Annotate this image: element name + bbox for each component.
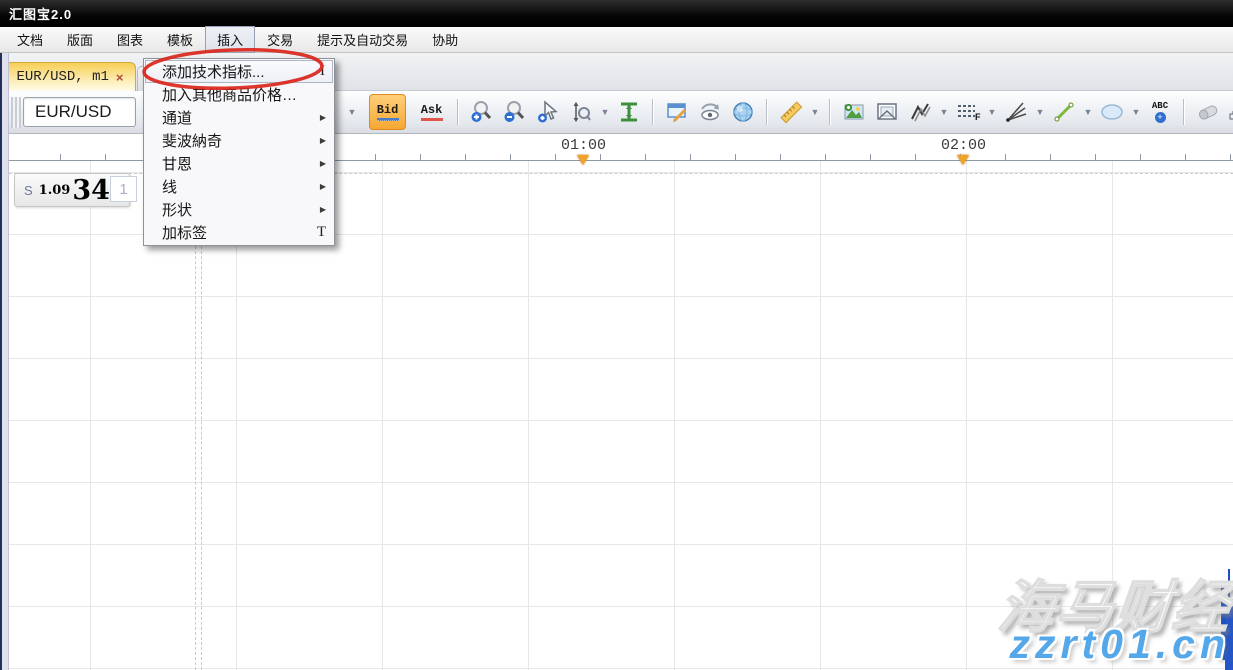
globe-icon[interactable] [728,97,758,127]
menu-item-label: 线 [162,176,320,197]
indicator-list-icon[interactable]: F [953,97,983,127]
menu-item-label: 加入其他商品价格… [162,84,326,105]
submenu-arrow-icon: ▶ [320,113,326,122]
line-draw-dropdown-icon[interactable]: ▼ [1082,107,1094,117]
refresh-view-icon[interactable] [695,97,725,127]
toolbar-grip[interactable] [11,97,21,128]
quote-points: 34 [72,177,110,204]
submenu-arrow-icon: ▶ [320,182,326,191]
frame-icon[interactable] [872,97,902,127]
svg-text:F: F [975,112,981,122]
symbol-select[interactable]: EUR/USD [23,97,136,127]
zoom-range-dropdown-icon[interactable]: ▼ [599,107,611,117]
menu-item-label: 添加技术指标... [162,61,320,82]
ask-label: Ask [421,103,443,117]
hierarchy-icon[interactable] [1226,97,1233,127]
menu-item-add-indicator[interactable]: 添加技术指标... I [145,60,333,83]
menubar-item-document[interactable]: 文档 [5,26,55,53]
quantity-field[interactable]: 1 [110,176,137,202]
submenu-arrow-icon: ▶ [320,205,326,214]
menubar-item-template[interactable]: 模板 [155,26,205,53]
fit-vertical-icon[interactable] [614,97,644,127]
menubar-item-insert[interactable]: 插入 [205,26,255,53]
submenu-arrow-icon: ▶ [320,159,326,168]
menu-item-channel[interactable]: 通道 ▶ [145,106,333,129]
menu-item-shortcut: I [320,63,325,80]
ellipse-tool-dropdown-icon[interactable]: ▼ [1130,107,1142,117]
title-bar: 汇图宝2.0 [0,0,1233,27]
chart-type-dropdown-icon[interactable]: ▼ [346,107,358,117]
bid-underline [377,118,399,121]
ellipse-tool-icon[interactable] [1097,97,1127,127]
zoom-out-icon[interactable] [500,97,530,127]
menubar-item-trade[interactable]: 交易 [255,26,305,53]
separator [766,99,768,125]
polyline-icon[interactable] [905,97,935,127]
menu-item-shortcut: T [317,224,326,241]
menu-item-line[interactable]: 线 ▶ [145,175,333,198]
tab-label: EUR/USD, m1 [16,69,108,85]
separator [652,99,654,125]
fan-lines-icon[interactable] [1001,97,1031,127]
insert-menu: 添加技术指标... I 加入其他商品价格… 通道 ▶ 斐波納奇 ▶ 甘恩 ▶ 线… [143,58,335,246]
ruler-icon[interactable] [776,97,806,127]
bid-button[interactable]: Bid [369,94,406,130]
menu-item-shape[interactable]: 形状 ▶ [145,198,333,221]
pointer-zoom-icon[interactable] [533,97,563,127]
menubar-item-help[interactable]: 协助 [420,26,470,53]
quote-side: S [24,183,33,198]
menubar-item-layout[interactable]: 版面 [55,26,105,53]
edit-window-icon[interactable] [662,97,692,127]
axis-label-0200: 02:00 [941,137,986,154]
menu-item-gann[interactable]: 甘恩 ▶ [145,152,333,175]
separator [829,99,831,125]
tab-eurusd-m1[interactable]: EUR/USD, m1 × [4,62,136,91]
ask-button[interactable]: Ask [414,94,449,130]
zoom-range-icon[interactable] [566,97,596,127]
axis-label-0100: 01:00 [561,137,606,154]
indicator-list-dropdown-icon[interactable]: ▼ [986,107,998,117]
insert-image-icon[interactable] [839,97,869,127]
menu-item-label: 斐波納奇 [162,130,320,151]
separator [457,99,459,125]
menu-item-add-symbol-price[interactable]: 加入其他商品价格… [145,83,333,106]
watermark-url: zzrt01.cn [1010,621,1230,668]
hour-marker-icon [577,155,589,165]
menu-item-label: 形状 [162,199,320,220]
separator [1183,99,1185,125]
line-draw-icon[interactable] [1049,97,1079,127]
menu-bar: 文档 版面 图表 模板 插入 交易 提示及自动交易 协助 [0,27,1233,53]
menubar-item-alerts-autotrade[interactable]: 提示及自动交易 [305,26,420,53]
ask-underline [421,118,443,121]
menu-item-fibonacci[interactable]: 斐波納奇 ▶ [145,129,333,152]
menubar-item-chart[interactable]: 图表 [105,26,155,53]
menu-item-label: 通道 [162,107,320,128]
fan-lines-dropdown-icon[interactable]: ▼ [1034,107,1046,117]
menu-item-label: 甘恩 [162,153,320,174]
menu-item-add-label[interactable]: 加标签 T [145,221,333,244]
quote-big-figure: 1.09 [39,183,71,198]
hour-marker-icon [957,155,969,165]
menu-item-label: 加标签 [162,222,317,243]
polyline-dropdown-icon[interactable]: ▼ [938,107,950,117]
plus-badge-icon: + [1155,112,1166,123]
zoom-in-icon[interactable] [467,97,497,127]
ruler-dropdown-icon[interactable]: ▼ [809,107,821,117]
label-abc-icon[interactable]: ABC + [1145,97,1175,127]
submenu-arrow-icon: ▶ [320,136,326,145]
abc-text: ABC [1152,102,1168,111]
window-left-edge [0,53,9,670]
symbol-select-value: EUR/USD [35,102,112,122]
close-icon[interactable]: × [116,70,124,85]
window-title: 汇图宝2.0 [0,4,72,23]
bid-label: Bid [377,103,399,117]
eraser-icon[interactable] [1193,97,1223,127]
